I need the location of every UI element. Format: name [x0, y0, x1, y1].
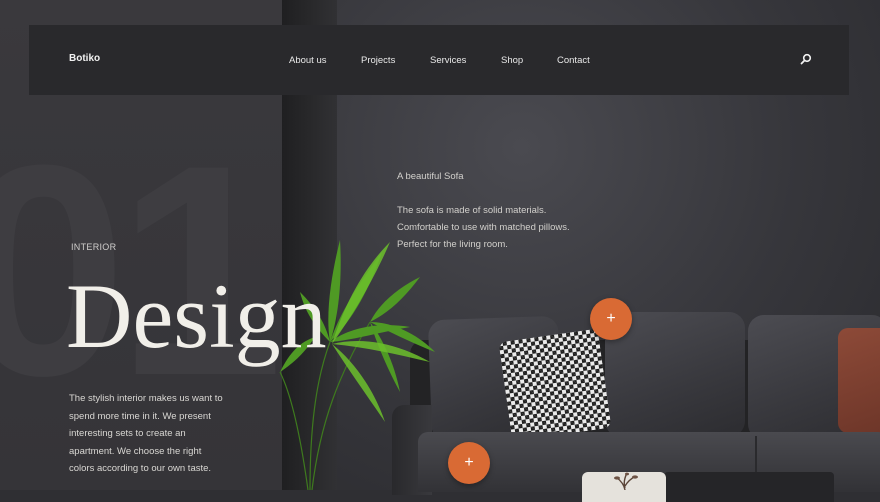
nav-item-projects[interactable]: Projects — [361, 55, 395, 66]
main-menu: About us Projects Services Shop Contact — [29, 55, 849, 67]
top-navbar: Botiko About us Projects Services Shop C… — [29, 25, 849, 95]
product-title: A beautiful Sofa — [397, 171, 464, 182]
product-description-line: The sofa is made of solid materials. — [397, 205, 547, 216]
search-icon[interactable] — [800, 53, 812, 65]
nav-item-services[interactable]: Services — [430, 55, 466, 66]
coffee-table — [664, 472, 834, 502]
houndstooth-pillow — [498, 328, 612, 442]
hotspot-sofa-button[interactable]: + — [590, 298, 632, 340]
hotspot-seat-button[interactable]: + — [448, 442, 490, 484]
nav-item-about-us[interactable]: About us — [289, 55, 327, 66]
nav-item-contact[interactable]: Contact — [557, 55, 590, 66]
small-plant-icon — [614, 472, 638, 490]
nav-item-shop[interactable]: Shop — [501, 55, 523, 66]
hero-intro: The stylish interior makes us want to sp… — [69, 393, 223, 474]
section-eyebrow: INTERIOR — [71, 242, 117, 252]
rust-pillow — [838, 328, 880, 433]
hero-title: Design — [66, 265, 327, 367]
